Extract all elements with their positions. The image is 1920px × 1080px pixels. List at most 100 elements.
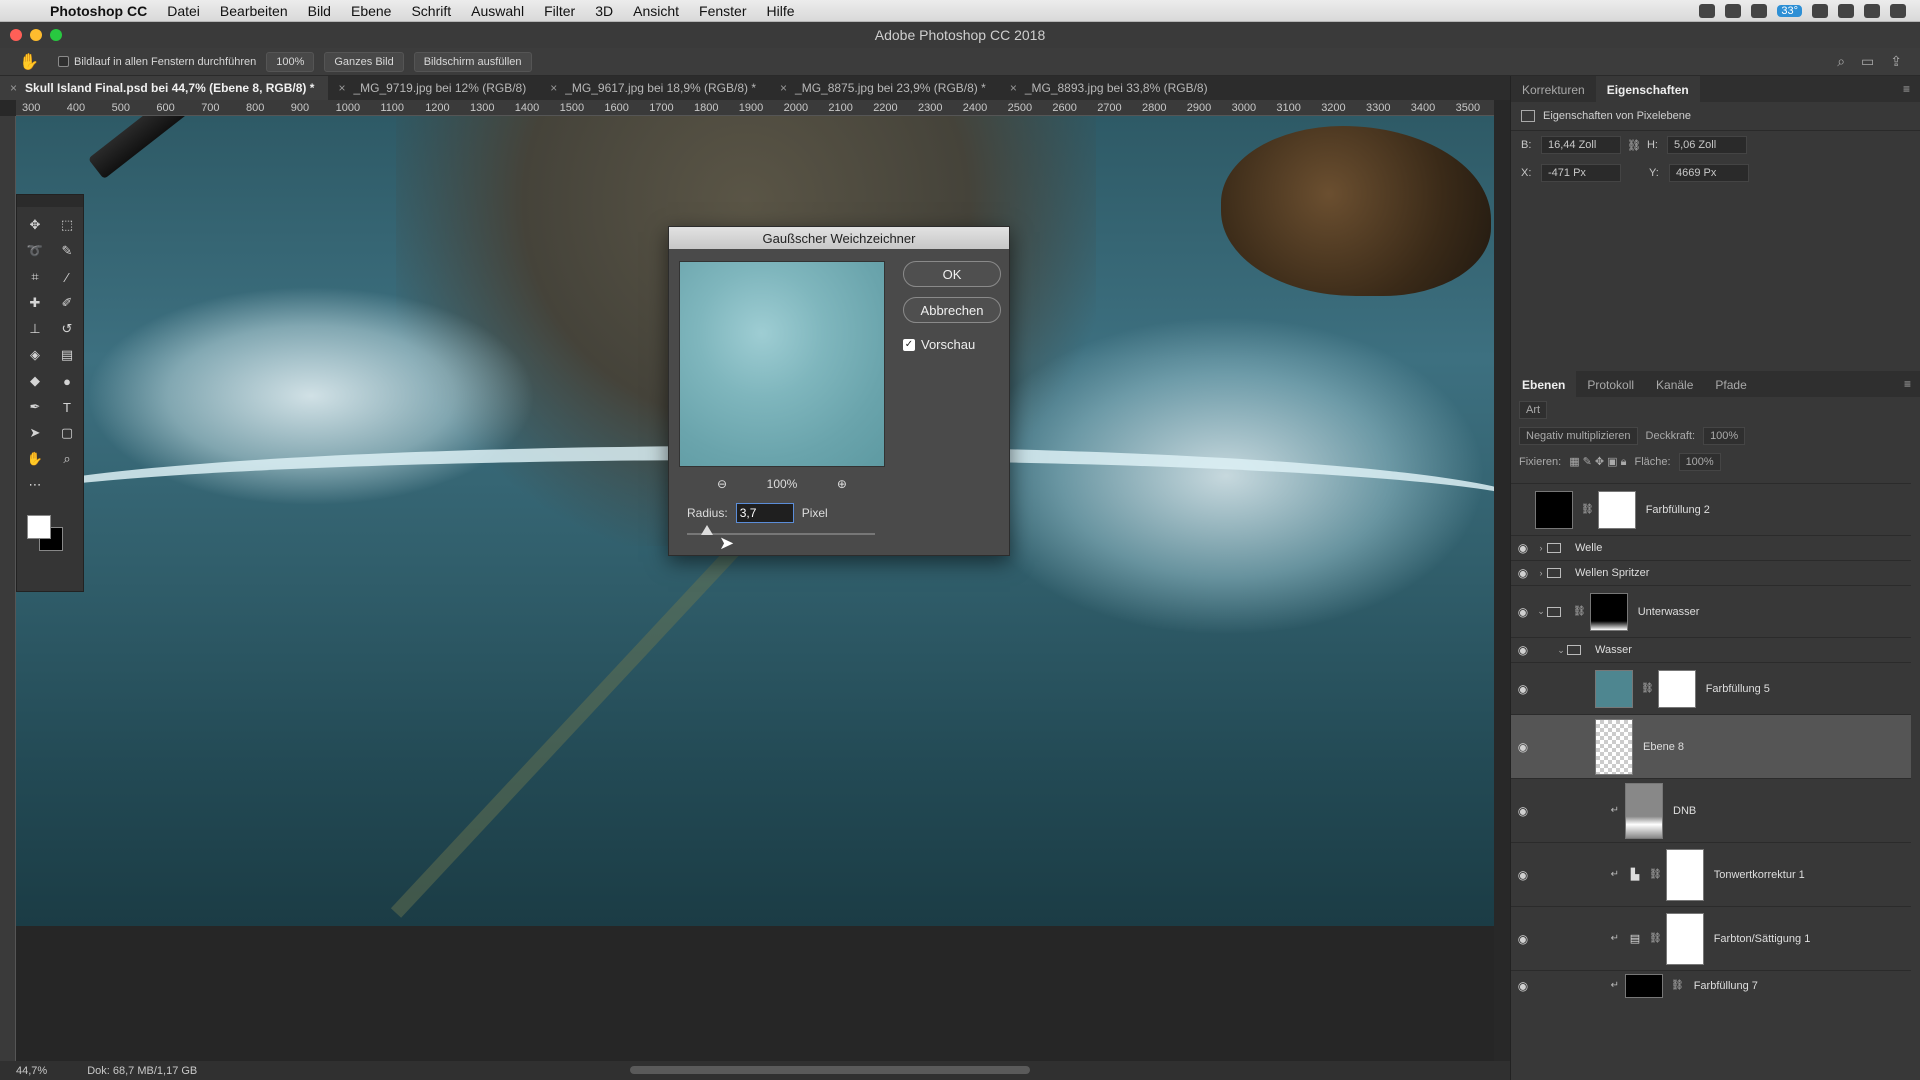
zoom-tool-icon[interactable]: ⌕ xyxy=(51,449,83,469)
search-icon[interactable]: ⌕ xyxy=(1837,53,1845,70)
marquee-tool-icon[interactable]: ⬚ xyxy=(51,215,83,235)
tab-mg-9719[interactable]: × _MG_9719.jpg bei 12% (RGB/8) xyxy=(328,76,540,100)
zoom-100-button[interactable]: 100% xyxy=(266,51,315,72)
more-tools-icon[interactable]: ⋯ xyxy=(19,475,51,495)
layer-row[interactable]: ◉ ↵ ▤ ⛓ Farbton/Sättigung 1 xyxy=(1511,906,1911,970)
fill-field[interactable]: 100% xyxy=(1678,453,1721,471)
hand-tool-icon[interactable]: ✋ xyxy=(19,449,51,469)
foreground-color-swatch[interactable] xyxy=(27,515,51,539)
eyedropper-tool-icon[interactable]: ⁄ xyxy=(51,267,83,287)
tab-protokoll[interactable]: Protokoll xyxy=(1576,371,1645,397)
menu-hilfe[interactable]: Hilfe xyxy=(757,3,805,19)
close-tab-icon[interactable]: × xyxy=(10,81,17,95)
radius-slider[interactable] xyxy=(687,533,875,535)
chevron-down-icon[interactable]: ⌄ xyxy=(1555,645,1567,656)
crop-tool-icon[interactable]: ⌗ xyxy=(19,267,51,287)
chevron-right-icon[interactable]: › xyxy=(1535,568,1547,578)
x-field[interactable]: -471 Px xyxy=(1541,164,1621,182)
close-window-icon[interactable] xyxy=(10,29,22,41)
panel-menu-icon[interactable]: ≡ xyxy=(1893,76,1920,102)
move-tool-icon[interactable]: ✥ xyxy=(19,215,51,235)
width-field[interactable]: 16,44 Zoll xyxy=(1541,136,1621,154)
stamp-tool-icon[interactable]: ⊥ xyxy=(19,319,51,339)
eraser-tool-icon[interactable]: ◈ xyxy=(19,345,51,365)
eye-icon[interactable]: ◉ xyxy=(1511,566,1535,580)
menu-bild[interactable]: Bild xyxy=(298,3,341,19)
layer-row[interactable]: ◉ ↵ ▙ ⛓ Tonwertkorrektur 1 xyxy=(1511,842,1911,906)
eye-icon[interactable]: ◉ xyxy=(1511,740,1535,754)
zoom-window-icon[interactable] xyxy=(50,29,62,41)
chevron-right-icon[interactable]: › xyxy=(1535,543,1547,553)
menu-bearbeiten[interactable]: Bearbeiten xyxy=(210,3,298,19)
menu-datei[interactable]: Datei xyxy=(157,3,210,19)
wifi-icon[interactable] xyxy=(1812,3,1828,18)
hand-tool-icon[interactable]: ✋ xyxy=(14,52,44,72)
close-tab-icon[interactable]: × xyxy=(338,81,345,95)
layer-row[interactable]: ◉ ⌄ ⛓ Unterwasser xyxy=(1511,585,1911,637)
tab-mg-9617[interactable]: × _MG_9617.jpg bei 18,9% (RGB/8) * xyxy=(540,76,770,100)
tab-pfade[interactable]: Pfade xyxy=(1704,371,1757,397)
menu-ebene[interactable]: Ebene xyxy=(341,3,401,19)
dropbox-icon[interactable] xyxy=(1725,3,1742,18)
dodge-tool-icon[interactable]: ● xyxy=(51,371,83,391)
radius-input[interactable] xyxy=(735,503,794,523)
close-tab-icon[interactable]: × xyxy=(780,81,787,95)
height-field[interactable]: 5,06 Zoll xyxy=(1666,136,1747,154)
shape-tool-icon[interactable]: ▢ xyxy=(51,423,83,443)
eye-icon[interactable]: ◉ xyxy=(1511,868,1535,882)
quick-select-tool-icon[interactable]: ✎ xyxy=(51,241,83,261)
layer-row[interactable]: ◉ ⌄ Wasser xyxy=(1511,637,1911,662)
layer-filter-select[interactable]: Art xyxy=(1519,401,1548,419)
share-icon[interactable]: ⇪ xyxy=(1890,53,1902,70)
history-brush-icon[interactable]: ↺ xyxy=(51,319,83,339)
zoom-in-icon[interactable]: ⊕ xyxy=(837,477,847,491)
scroll-all-checkbox[interactable]: Bildlauf in allen Fenstern durchführen xyxy=(58,56,256,68)
horizontal-scrollbar[interactable] xyxy=(630,1066,1030,1074)
tab-skull-island[interactable]: × Skull Island Final.psd bei 44,7% (Ebene… xyxy=(0,76,329,100)
temperature-badge[interactable]: 33° xyxy=(1777,4,1802,17)
gradient-tool-icon[interactable]: ▤ xyxy=(51,345,83,365)
eye-icon[interactable]: ◉ xyxy=(1511,932,1535,946)
battery-icon[interactable] xyxy=(1838,3,1854,18)
zoom-out-icon[interactable]: ⊖ xyxy=(717,477,727,491)
y-field[interactable]: 4669 Px xyxy=(1669,164,1749,182)
tab-mg-8875[interactable]: × _MG_8875.jpg bei 23,9% (RGB/8) * xyxy=(770,76,1000,100)
menu-app[interactable]: Photoshop CC xyxy=(40,3,157,19)
cancel-button[interactable]: Abbrechen xyxy=(903,297,1001,323)
search-icon[interactable] xyxy=(1864,3,1880,18)
layer-row[interactable]: ◉ ↵ DNB xyxy=(1511,778,1911,842)
record-icon[interactable] xyxy=(1699,3,1716,18)
layer-row[interactable]: ◉ › Wellen Spritzer xyxy=(1511,560,1911,585)
ok-button[interactable]: OK xyxy=(903,261,1001,287)
layer-row[interactable]: ◉ › Welle xyxy=(1511,535,1911,560)
layer-row[interactable]: ◉ ⛓ Farbfüllung 5 xyxy=(1511,662,1911,714)
fill-screen-button[interactable]: Bildschirm ausfüllen xyxy=(413,51,532,72)
path-select-icon[interactable]: ➤ xyxy=(19,423,51,443)
eye-icon[interactable]: ◉ xyxy=(1511,979,1535,993)
minimize-window-icon[interactable] xyxy=(30,29,42,41)
preview-checkbox[interactable]: ✓ Vorschau xyxy=(903,337,975,352)
healing-brush-icon[interactable]: ✚ xyxy=(19,293,51,313)
menu-ansicht[interactable]: Ansicht xyxy=(623,3,689,19)
lasso-tool-icon[interactable]: ➰ xyxy=(19,241,51,261)
blur-tool-icon[interactable]: ◆ xyxy=(19,371,51,391)
notification-center-icon[interactable] xyxy=(1890,3,1906,18)
layer-row[interactable]: ◉ ↵ ⛓ Farbfüllung 7 xyxy=(1511,970,1911,1000)
eye-icon[interactable]: ◉ xyxy=(1511,804,1535,818)
document-size[interactable]: Dok: 68,7 MB/1,17 GB xyxy=(87,1065,197,1077)
opacity-field[interactable]: 100% xyxy=(1703,427,1746,445)
chevron-down-icon[interactable]: ⌄ xyxy=(1535,606,1547,617)
workspace-icon[interactable]: ▭ xyxy=(1861,53,1874,70)
brush-tool-icon[interactable]: ✐ xyxy=(51,293,83,313)
blend-mode-select[interactable]: Negativ multiplizieren xyxy=(1519,427,1638,445)
close-tab-icon[interactable]: × xyxy=(1010,81,1017,95)
tab-korrekturen[interactable]: Korrekturen xyxy=(1511,76,1596,102)
menu-3d[interactable]: 3D xyxy=(585,3,623,19)
close-tab-icon[interactable]: × xyxy=(550,81,557,95)
menu-auswahl[interactable]: Auswahl xyxy=(461,3,534,19)
ruler-vertical[interactable] xyxy=(0,116,16,1061)
eye-icon[interactable]: ◉ xyxy=(1511,643,1535,657)
eye-icon[interactable]: ◉ xyxy=(1511,541,1535,555)
zoom-level[interactable]: 44,7% xyxy=(16,1065,47,1077)
link-icon[interactable]: ⛓ xyxy=(1627,139,1641,152)
